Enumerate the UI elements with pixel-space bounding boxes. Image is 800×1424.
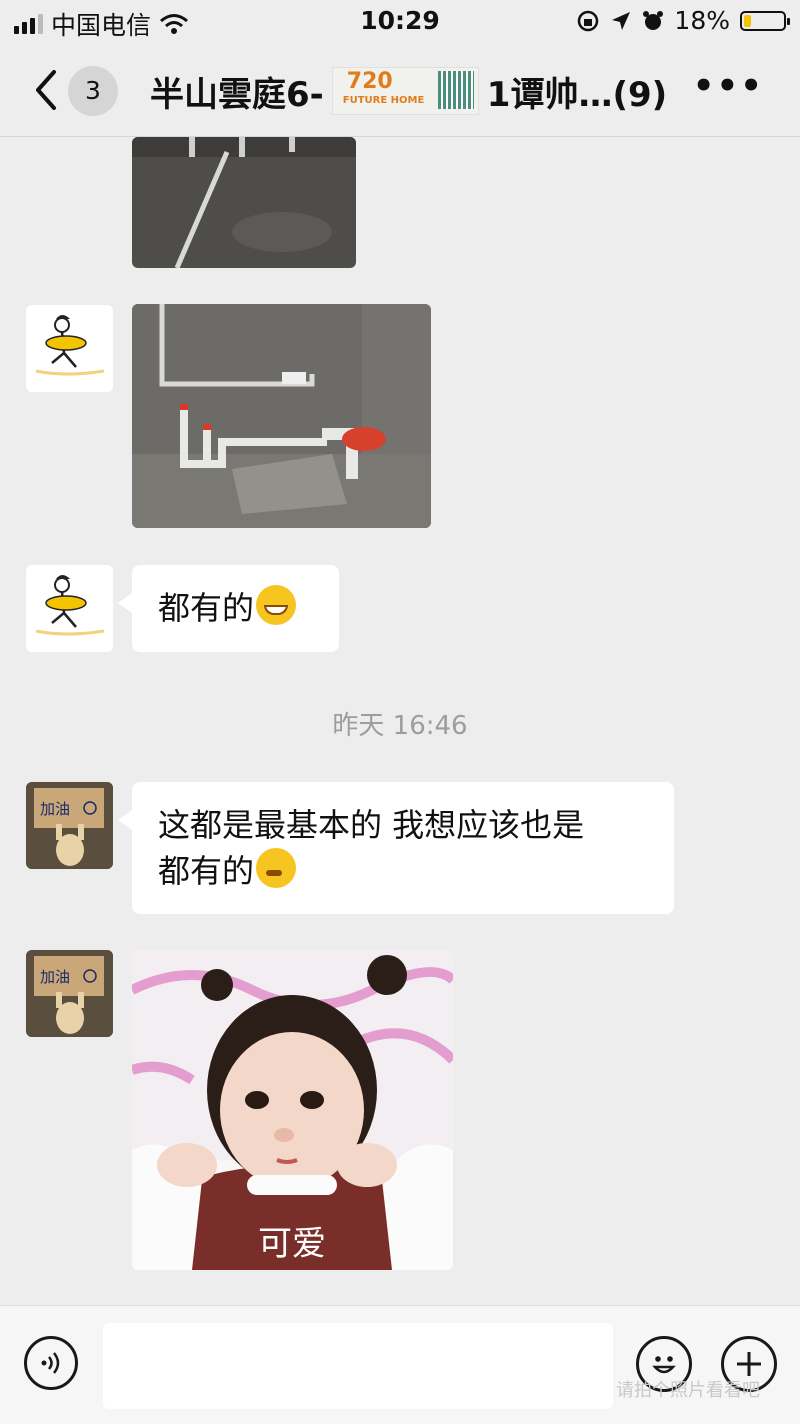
more-options-button[interactable]: ••• — [693, 66, 764, 106]
message-text-line: 这都是最基本的 我想应该也是 — [158, 806, 585, 844]
unread-count-badge[interactable]: 3 — [68, 66, 118, 116]
runner-avatar-icon — [26, 305, 113, 392]
status-right: 18% — [576, 6, 790, 35]
avatar-label: 加油 — [40, 968, 70, 986]
chat-title-prefix: 半山雲庭6- — [150, 74, 324, 115]
message-bubble[interactable]: 这都是最基本的 我想应该也是 都有的 — [118, 782, 674, 914]
message-text: 都有的 — [158, 589, 255, 627]
chat-image[interactable] — [132, 304, 431, 528]
chat-title-suffix: 1谭帅…(9) — [486, 74, 668, 115]
alarm-icon — [643, 10, 664, 30]
voice-wave-icon — [41, 1352, 60, 1374]
bathroom-photo — [132, 137, 356, 268]
message-timestamp: 昨天 16:46 — [332, 711, 468, 741]
thinking-emoji-icon — [256, 848, 297, 888]
jiayou-avatar-icon: 加油 — [26, 782, 113, 869]
avatar-label: 加油 — [40, 800, 70, 818]
avatar[interactable]: 加油 — [26, 950, 113, 1037]
avatar[interactable] — [26, 565, 113, 652]
sticker-caption: 可爱 — [258, 1224, 326, 1264]
battery-icon — [740, 10, 790, 31]
watermark-text: 请拍个照片看看吧 — [616, 1380, 760, 1401]
battery-fill — [744, 14, 751, 27]
message-input[interactable] — [103, 1323, 613, 1409]
location-icon — [612, 11, 631, 30]
ad-brand: FUTURE HOME — [342, 95, 425, 106]
sticker-image[interactable]: 可爱 — [132, 950, 453, 1270]
jiayou-avatar-icon: 加油 — [26, 950, 113, 1037]
chat-header: 3 半山雲庭6- 720 FUTURE HOME 1谭帅…(9) ••• — [0, 44, 800, 137]
ad-overlay: 720 FUTURE HOME — [331, 67, 479, 115]
bathroom-pipes-photo — [132, 304, 431, 528]
ad-number: 720 — [346, 69, 393, 94]
message-bubble[interactable]: 都有的 — [118, 565, 339, 652]
qr-code-icon — [437, 71, 474, 109]
child-sticker: 可爱 — [132, 950, 453, 1270]
voice-icon[interactable] — [24, 1336, 78, 1390]
back-arrow-icon[interactable] — [28, 66, 68, 114]
input-bar — [0, 1305, 800, 1424]
battery-percent: 18% — [674, 6, 730, 35]
message-text-line: 都有的 — [158, 852, 255, 890]
status-bar: 中国电信 10:29 18% — [0, 0, 800, 44]
chat-title[interactable]: 半山雲庭6- 720 FUTURE HOME 1谭帅…(9) — [150, 66, 667, 116]
avatar[interactable]: 加油 — [26, 782, 113, 869]
rotation-lock-icon — [578, 10, 599, 31]
runner-avatar-icon — [26, 565, 113, 652]
chat-image[interactable] — [132, 137, 356, 268]
grinning-emoji-icon — [256, 585, 297, 625]
plus-cross-icon — [737, 1352, 761, 1376]
avatar[interactable] — [26, 305, 113, 392]
